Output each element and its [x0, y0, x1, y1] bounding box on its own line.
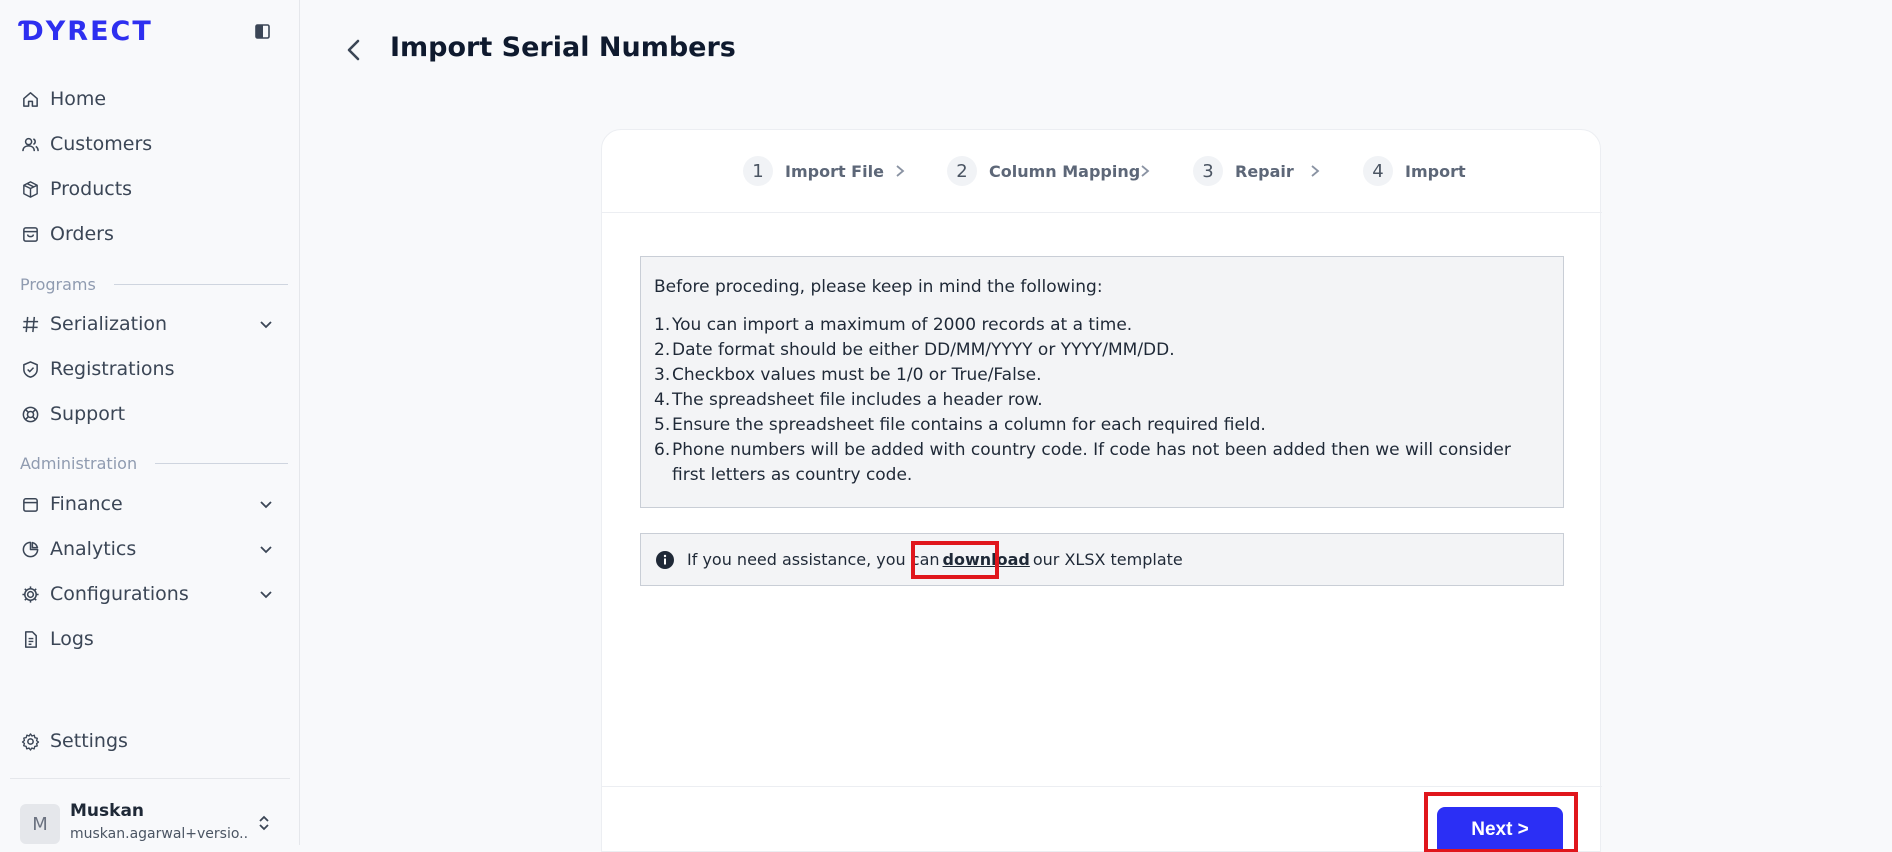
sidebar-item-label: Analytics	[50, 538, 137, 560]
list-item: 4. The spreadsheet file includes a header…	[654, 388, 1544, 413]
file-text-icon	[20, 629, 40, 649]
list-item-text: Checkbox values must be 1/0 or True/Fals…	[672, 365, 1042, 385]
chevron-down-icon[interactable]	[258, 316, 274, 332]
sidebar-item-support[interactable]: Support	[20, 396, 280, 432]
settings-gear-icon	[20, 731, 40, 751]
stepper: 1 Import File 2 Column Mapping 3 Repair …	[602, 130, 1602, 213]
list-item: 5. Ensure the spreadsheet file contains a…	[654, 413, 1544, 438]
chevron-down-icon[interactable]	[258, 496, 274, 512]
list-item-text: You can import a maximum of 2000 records…	[672, 315, 1133, 335]
step-label: Import File	[785, 161, 884, 181]
avatar: M	[20, 804, 60, 844]
sidebar-item-serialization[interactable]: Serialization	[20, 306, 280, 342]
page-title: Import Serial Numbers	[390, 32, 736, 63]
sidebar-item-label: Customers	[50, 133, 153, 155]
step-column-mapping[interactable]: 2 Column Mapping	[947, 156, 1140, 186]
back-arrow-icon[interactable]	[344, 38, 364, 62]
wallet-icon	[20, 494, 40, 514]
section-divider	[113, 283, 288, 285]
chevron-right-icon	[1311, 165, 1320, 177]
chevron-up-down-icon[interactable]	[256, 814, 272, 832]
section-label-administration: Administration	[20, 453, 288, 473]
sidebar-item-registrations[interactable]: Registrations	[20, 351, 280, 387]
step-import[interactable]: 4 Import	[1363, 156, 1466, 186]
template-assist-banner: If you need assistance, you can download…	[640, 533, 1564, 586]
step-number: 4	[1363, 156, 1393, 186]
sidebar-item-label: Finance	[50, 493, 123, 515]
step-number: 1	[743, 156, 773, 186]
info-icon	[656, 550, 674, 569]
user-menu[interactable]: M Muskan muskan.agarwal+versio...	[20, 801, 280, 845]
list-item: 6. Phone numbers will be added with count…	[654, 438, 1544, 488]
user-name: Muskan	[70, 801, 145, 821]
shopping-bag-icon	[20, 224, 40, 244]
list-item-text: Ensure the spreadsheet file contains a c…	[672, 415, 1266, 435]
sidebar-item-home[interactable]: Home	[20, 81, 280, 117]
guidelines-heading: Before proceding, please keep in mind th…	[654, 277, 1103, 297]
sidebar-item-logs[interactable]: Logs	[20, 621, 280, 657]
user-email: muskan.agarwal+versio...	[70, 826, 248, 842]
chevron-right-icon	[1141, 165, 1150, 177]
sidebar-collapse-icon[interactable]	[255, 24, 270, 39]
list-item: 3. Checkbox values must be 1/0 or True/Fa…	[654, 363, 1544, 388]
section-divider	[155, 462, 288, 464]
lifebuoy-icon	[20, 404, 40, 424]
footer-divider	[602, 786, 1602, 787]
chevron-down-icon[interactable]	[258, 541, 274, 557]
step-import-file[interactable]: 1 Import File	[743, 156, 884, 186]
home-icon	[20, 89, 40, 109]
hash-icon	[20, 314, 40, 334]
sidebar-item-label: Logs	[50, 628, 94, 650]
chevron-right-icon	[896, 165, 905, 177]
highlight-box	[911, 541, 999, 579]
sidebar-item-products[interactable]: Products	[20, 171, 280, 207]
pie-chart-icon	[20, 539, 40, 559]
assist-suffix: our XLSX template	[1032, 550, 1183, 569]
section-label-text: Programs	[20, 274, 96, 294]
list-item: 1. You can import a maximum of 2000 recor…	[654, 313, 1544, 338]
section-label-programs: Programs	[20, 274, 288, 294]
sidebar-item-label: Products	[50, 178, 133, 200]
cog-icon	[20, 584, 40, 604]
step-label: Column Mapping	[989, 161, 1141, 181]
step-repair[interactable]: 3 Repair	[1193, 156, 1294, 186]
users-icon	[20, 134, 40, 154]
section-label-text: Administration	[20, 453, 138, 473]
chevron-down-icon[interactable]	[258, 586, 274, 602]
step-label: Import	[1405, 161, 1466, 181]
sidebar-item-label: Support	[50, 403, 126, 425]
list-item-text: The spreadsheet file includes a header r…	[672, 390, 1043, 410]
list-item: 2. Date format should be either DD/MM/YYY…	[654, 338, 1544, 363]
import-card: 1 Import File 2 Column Mapping 3 Repair …	[601, 129, 1602, 852]
logo-row: ƊYRECT	[20, 16, 280, 48]
step-label: Repair	[1235, 161, 1294, 181]
guidelines-list: 1. You can import a maximum of 2000 recor…	[654, 313, 1544, 488]
sidebar-item-label: Settings	[50, 730, 128, 752]
highlight-box	[1424, 792, 1578, 852]
sidebar: ƊYRECT Home Customers Products Orders Pr…	[0, 0, 300, 845]
sidebar-item-settings[interactable]: Settings	[20, 723, 280, 759]
logo[interactable]: ƊYRECT	[20, 16, 153, 47]
sidebar-item-label: Registrations	[50, 358, 175, 380]
list-item-text: Phone numbers will be added with country…	[672, 440, 1511, 485]
sidebar-item-analytics[interactable]: Analytics	[20, 531, 280, 567]
step-number: 3	[1193, 156, 1223, 186]
sidebar-item-customers[interactable]: Customers	[20, 126, 280, 162]
sidebar-item-label: Orders	[50, 223, 114, 245]
sidebar-divider	[10, 778, 290, 779]
shield-check-icon	[20, 359, 40, 379]
import-guidelines: Before proceding, please keep in mind th…	[640, 256, 1564, 508]
step-number: 2	[947, 156, 977, 186]
sidebar-item-finance[interactable]: Finance	[20, 486, 280, 522]
sidebar-item-label: Home	[50, 88, 107, 110]
sidebar-item-label: Configurations	[50, 583, 189, 605]
sidebar-item-label: Serialization	[50, 313, 168, 335]
sidebar-item-configurations[interactable]: Configurations	[20, 576, 280, 612]
assist-prefix: If you need assistance, you can	[687, 550, 940, 569]
sidebar-item-orders[interactable]: Orders	[20, 216, 280, 252]
box-icon	[20, 179, 40, 199]
list-item-text: Date format should be either DD/MM/YYYY …	[672, 340, 1175, 360]
